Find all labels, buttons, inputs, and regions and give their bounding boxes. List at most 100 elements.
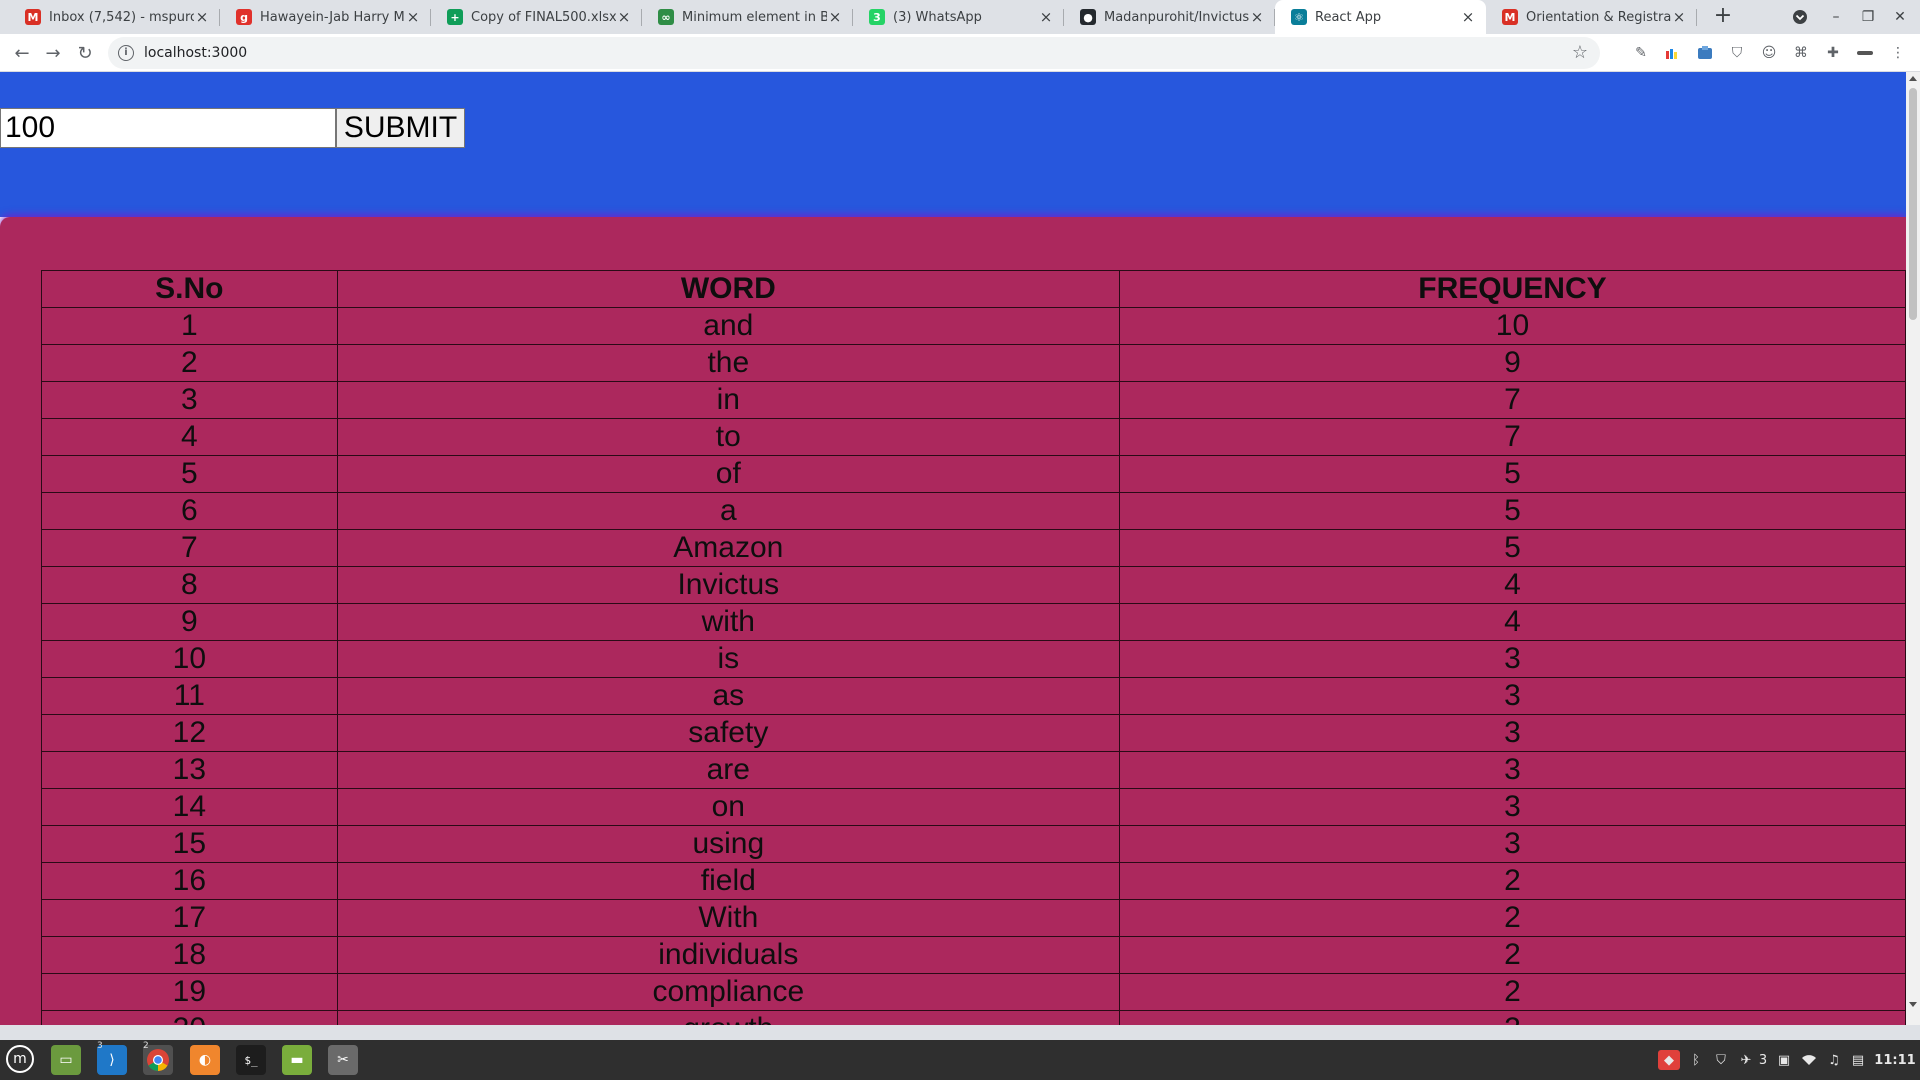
scroll-down-arrow[interactable]	[1909, 1002, 1917, 1007]
close-tab-icon[interactable]: ×	[405, 8, 421, 26]
table-row: 5 of 5	[41, 455, 1907, 493]
forward-icon[interactable]: →	[39, 39, 67, 67]
shield-extension-icon[interactable]: ⛉	[1727, 43, 1747, 63]
os-taskbar: m ▭ ⟩ 3 2 ◐ $_ ▬ ✂ ◆ ᛒ ⛉ ✈ 3 ▣ ♫ ▤ 11:11	[0, 1040, 1920, 1080]
browser-tab[interactable]: M Orientation & Registratio×	[1486, 0, 1697, 34]
cell-serial: 4	[41, 418, 338, 456]
bookmark-star-icon[interactable]: ☆	[1572, 42, 1588, 63]
close-tab-icon[interactable]: ×	[194, 8, 210, 26]
browser-tab[interactable]: ∞ Minimum element in BST×	[642, 0, 853, 34]
cell-serial: 10	[41, 640, 338, 678]
smiley-extension-icon[interactable]: ☺	[1759, 43, 1779, 63]
security-shield-icon[interactable]: ⛉	[1712, 1050, 1730, 1070]
close-window-icon[interactable]: ✕	[1884, 0, 1916, 34]
close-tab-icon[interactable]: ×	[616, 8, 632, 26]
table-row: 14 on 3	[41, 788, 1907, 826]
browser-tab[interactable]: ⚛ React App ×	[1275, 0, 1486, 34]
vscode-window-count: 3	[97, 1041, 103, 1051]
table-row: 13 are 3	[41, 751, 1907, 789]
cell-serial: 14	[41, 788, 338, 826]
cell-serial: 20	[41, 1010, 338, 1025]
chrome-window-count: 2	[143, 1041, 149, 1051]
cell-word: a	[336, 492, 1120, 530]
cell-frequency: 2	[1118, 862, 1907, 900]
browser-tab[interactable]: M Inbox (7,542) - mspurohit×	[9, 0, 220, 34]
url-text: localhost:3000	[144, 45, 248, 61]
table-row: 17 With 2	[41, 899, 1907, 937]
folder-icon[interactable]: ▬	[282, 1045, 312, 1075]
close-tab-icon[interactable]: ×	[827, 8, 843, 26]
tab-title: React App	[1315, 9, 1382, 25]
tab-title: Inbox (7,542) - mspurohit	[49, 9, 194, 25]
header-word: WORD	[336, 270, 1120, 308]
results-panel: S.No WORD FREQUENCY 1 and 10 2 the 9 3 in 7 4 to 7 5…	[0, 217, 1907, 1025]
cell-frequency: 2	[1118, 936, 1907, 974]
close-tab-icon[interactable]: ×	[1038, 8, 1054, 26]
color-extension-icon[interactable]	[1663, 43, 1683, 63]
submit-button[interactable]: SUBMIT	[336, 108, 465, 148]
tab-search-icon[interactable]	[1784, 0, 1816, 34]
cell-serial: 18	[41, 936, 338, 974]
close-tab-icon[interactable]: ×	[1460, 8, 1476, 26]
github-icon: ●	[1080, 9, 1096, 25]
drive-extension-icon[interactable]	[1695, 43, 1715, 63]
back-icon[interactable]: ←	[8, 39, 36, 67]
cell-word: field	[336, 862, 1120, 900]
react-icon: ⚛	[1291, 9, 1307, 25]
address-bar[interactable]: i localhost:3000 ☆	[108, 37, 1600, 69]
notifications-icon[interactable]: ✈	[1736, 1050, 1756, 1070]
header-frequency: FREQUENCY	[1118, 270, 1907, 308]
mint-menu-icon[interactable]: m	[6, 1045, 34, 1073]
bluetooth-icon[interactable]: ᛒ	[1688, 1050, 1704, 1070]
profile-avatar-icon[interactable]	[1855, 43, 1875, 63]
firefox-icon[interactable]: ◐	[190, 1045, 220, 1075]
cell-frequency: 3	[1118, 751, 1907, 789]
clock: 11:11	[1874, 1052, 1916, 1068]
minimize-icon[interactable]: –	[1820, 0, 1852, 34]
sheets-icon: +	[447, 9, 463, 25]
wifi-icon[interactable]	[1800, 1050, 1818, 1070]
vertical-scroll-thumb[interactable]	[1909, 88, 1917, 320]
browser-tab[interactable]: ● Madanpurohit/InvictusAs ×	[1064, 0, 1275, 34]
scroll-up-arrow[interactable]	[1909, 76, 1917, 81]
reload-icon[interactable]: ↻	[71, 39, 99, 67]
cell-frequency: 4	[1118, 603, 1907, 641]
cell-frequency: 7	[1118, 381, 1907, 419]
table-row: 6a5	[41, 492, 1907, 530]
settings-icon[interactable]: ✂	[328, 1045, 358, 1075]
new-tab-button[interactable]: +	[1710, 4, 1736, 30]
pen-extension-icon[interactable]: ✎	[1631, 43, 1651, 63]
browser-tab-strip: MInbox (7,542) - mspurohit×gHawayein-Jab…	[0, 0, 1920, 34]
sound-icon[interactable]: ♫	[1826, 1050, 1842, 1070]
cell-frequency: 3	[1118, 714, 1907, 752]
restore-icon[interactable]: ❐	[1852, 0, 1884, 34]
table-row: 18 individuals 2	[41, 936, 1907, 974]
vertical-scrollbar[interactable]	[1906, 72, 1920, 1025]
browser-tab[interactable]: g Hawayein-Jab Harry Met ×	[220, 0, 431, 34]
terminal-icon[interactable]: $_	[236, 1045, 266, 1075]
cell-word: safety	[336, 714, 1120, 752]
files-icon[interactable]: ▭	[51, 1045, 81, 1075]
screen-icon[interactable]: ▣	[1776, 1050, 1792, 1070]
browser-tab[interactable]: + Copy of FINAL500.xlsx - G×	[431, 0, 642, 34]
close-tab-icon[interactable]: ×	[1249, 8, 1265, 26]
cell-serial: 6	[41, 492, 338, 530]
chrome-menu-icon[interactable]: ⋮	[1888, 43, 1908, 63]
code-extension-icon[interactable]: ⌘	[1791, 43, 1811, 63]
cell-serial: 13	[41, 751, 338, 789]
site-info-icon[interactable]: i	[118, 45, 134, 61]
page-viewport: 100 SUBMIT S.No WORD FREQUENCY 1 and 10 2th…	[0, 72, 1920, 1025]
puzzle-extensions-icon[interactable]: ✚	[1823, 43, 1843, 63]
cell-frequency: 5	[1118, 492, 1907, 530]
close-tab-icon[interactable]: ×	[1671, 8, 1687, 26]
table-row: 3 in 7	[41, 381, 1907, 419]
table-row: 10 is 3	[41, 640, 1907, 678]
word-count-input[interactable]: 100	[0, 108, 336, 148]
browser-tab[interactable]: 3 (3) WhatsApp ×	[853, 0, 1064, 34]
clipboard-icon[interactable]: ▤	[1850, 1050, 1866, 1070]
cell-frequency: 9	[1118, 344, 1907, 382]
cell-frequency: 5	[1118, 529, 1907, 567]
notification-app-icon[interactable]: ◆	[1658, 1050, 1680, 1070]
notifications-count: 3	[1758, 1052, 1768, 1068]
cell-frequency: 10	[1118, 307, 1907, 345]
